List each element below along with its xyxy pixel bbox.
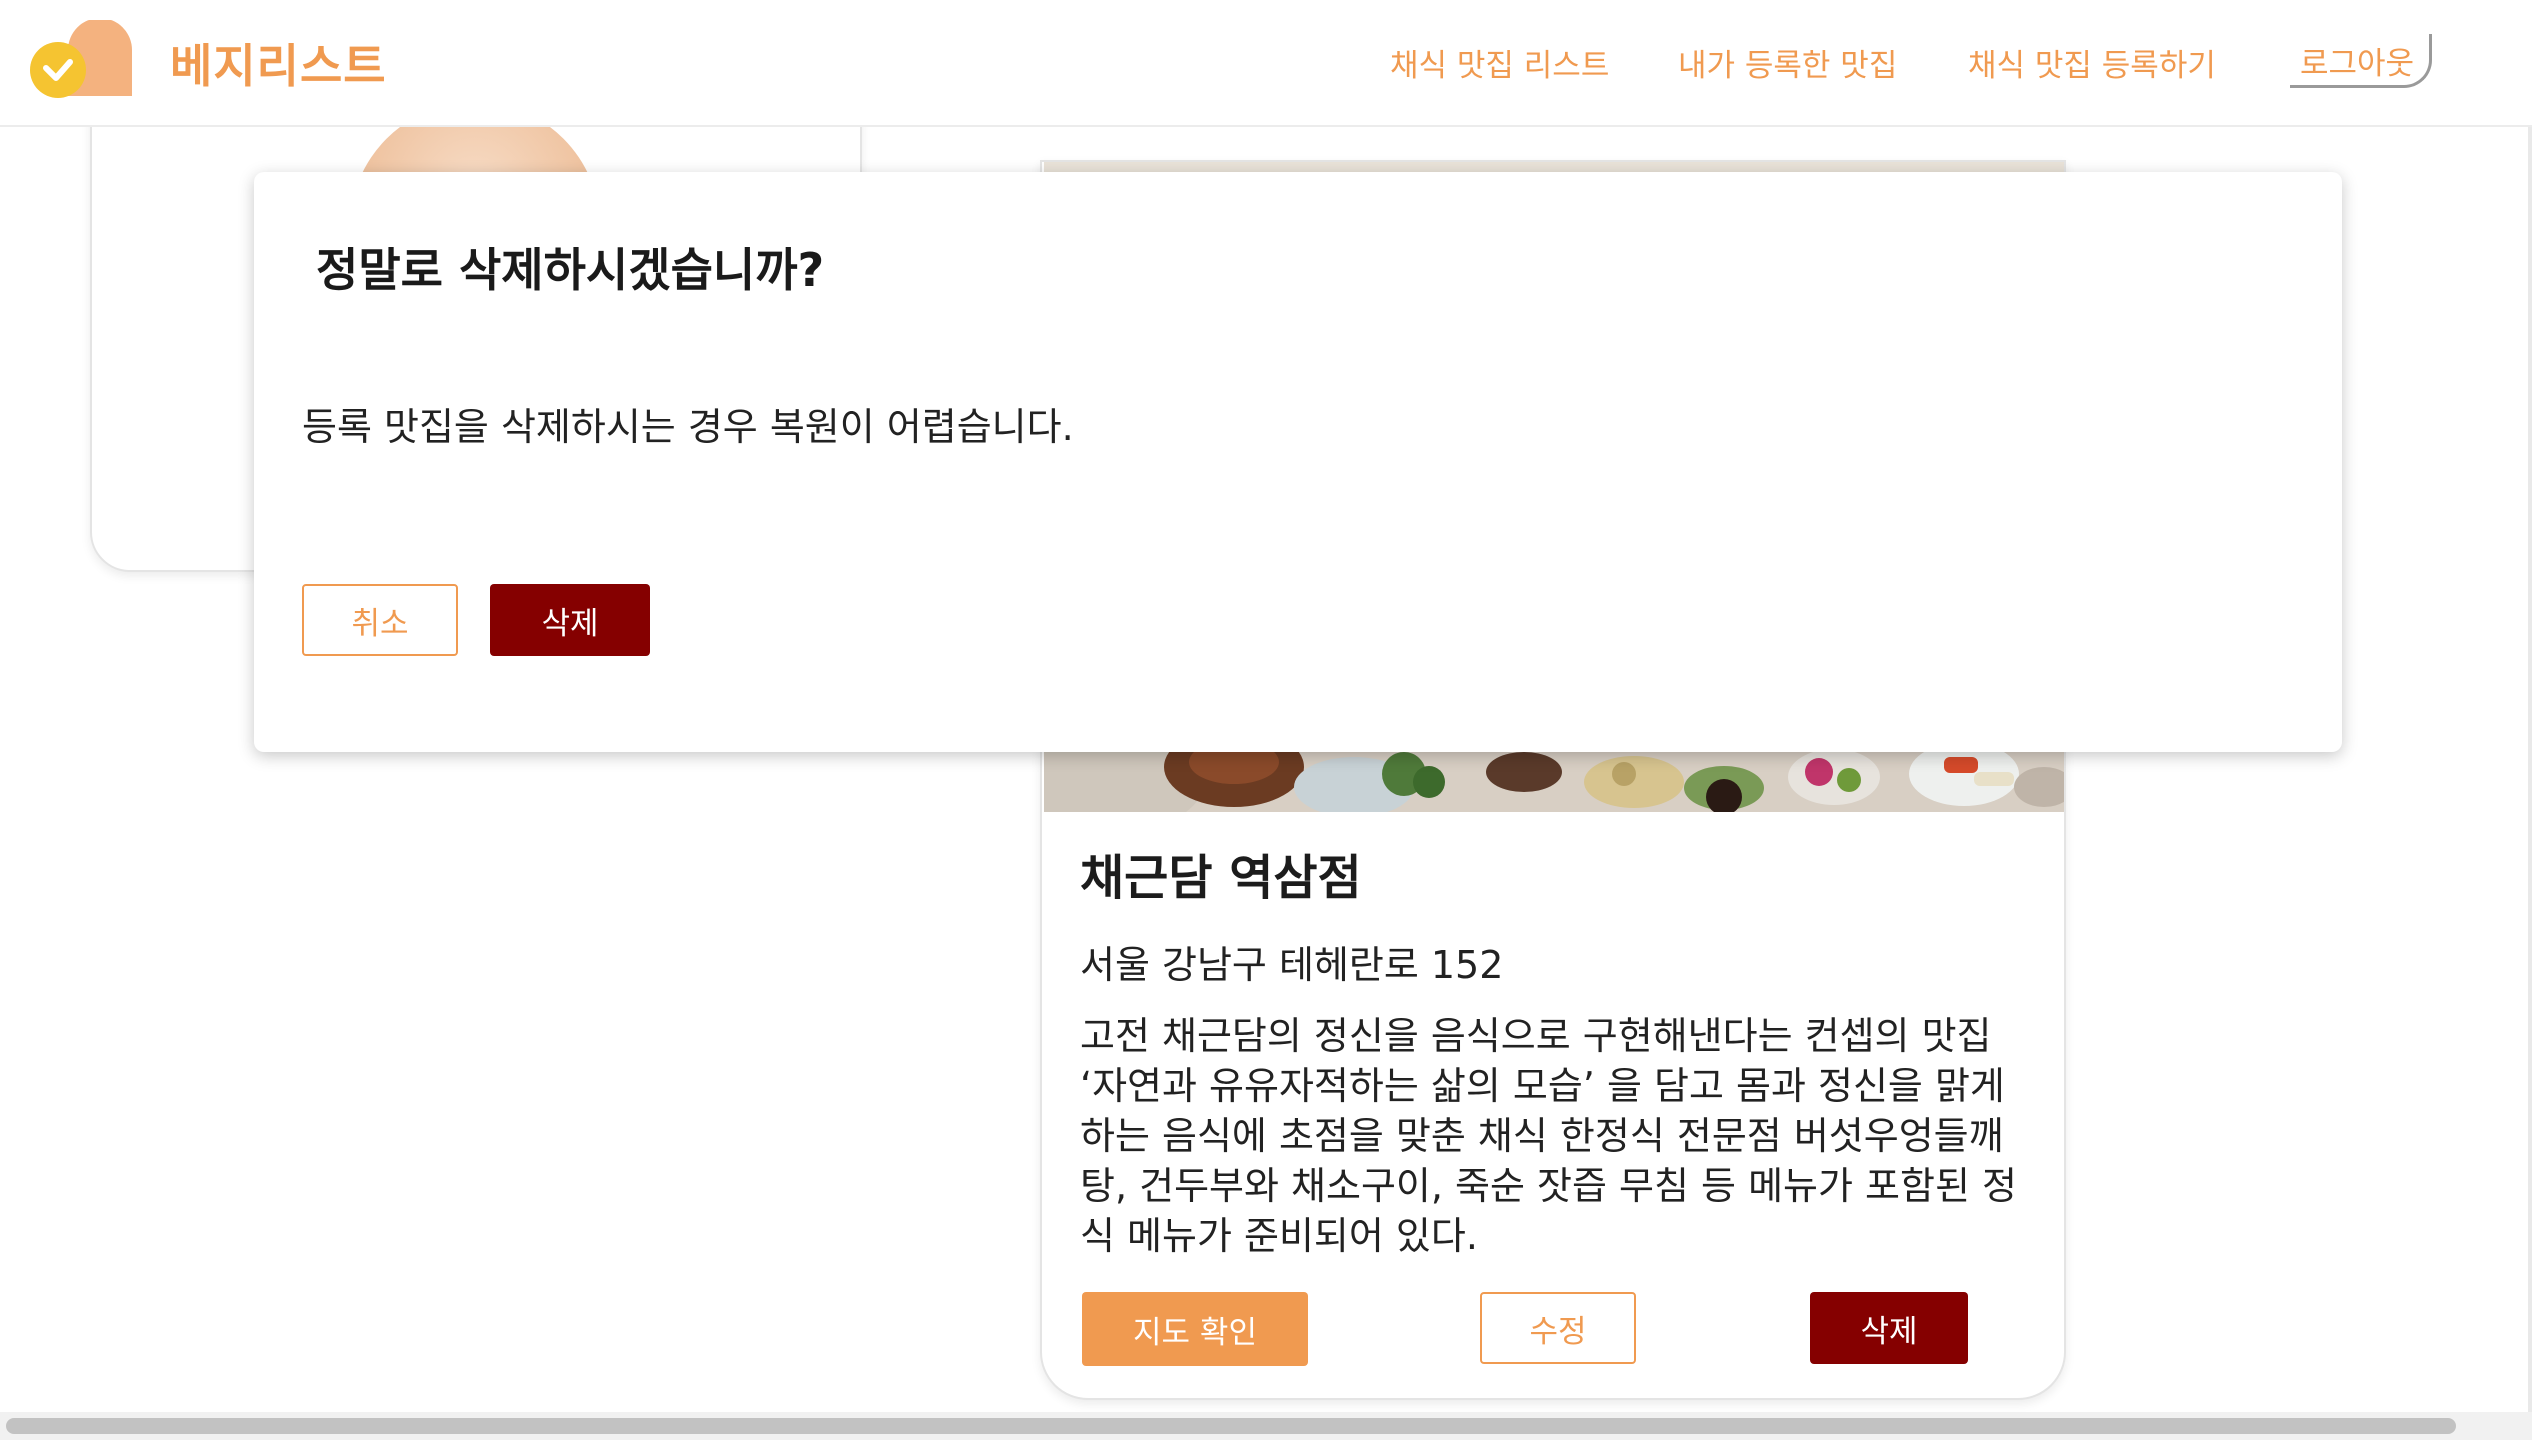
delete-confirm-modal: 정말로 삭제하시겠습니까? 등록 맛집을 삭제하시는 경우 복원이 어렵습니다.…	[254, 172, 2342, 752]
map-button[interactable]: 지도 확인	[1082, 1292, 1308, 1366]
page: 베지리스트 채식 맛집 리스트 내가 등록한 맛집 채식 맛집 등록하기 로그아…	[0, 0, 2532, 1440]
modal-message: 등록 맛집을 삭제하시는 경우 복원이 어렵습니다.	[302, 405, 1074, 449]
nav-my-restaurants[interactable]: 내가 등록한 맛집	[1678, 40, 1897, 85]
delete-button[interactable]: 삭제	[1810, 1292, 1968, 1364]
restaurant-info: 채근담 역삼점 서울 강남구 테헤란로 152 고전 채근담의 정신을 음식으로…	[1080, 838, 2040, 1261]
modal-delete-button[interactable]: 삭제	[490, 584, 650, 656]
nav-restaurant-list[interactable]: 채식 맛집 리스트	[1390, 40, 1609, 85]
top-nav-bar: 베지리스트 채식 맛집 리스트 내가 등록한 맛집 채식 맛집 등록하기 로그아…	[0, 0, 2532, 127]
logo-check-icon[interactable]	[28, 20, 132, 100]
scrollbar-thumb[interactable]	[6, 1418, 2456, 1434]
restaurant-address: 서울 강남구 테헤란로 152	[1080, 943, 1504, 987]
brand-name[interactable]: 베지리스트	[170, 30, 387, 96]
modal-title: 정말로 삭제하시겠습니까?	[316, 243, 825, 297]
edit-button[interactable]: 수정	[1480, 1292, 1636, 1364]
right-edge-divider	[2528, 0, 2532, 1412]
nav-register-restaurant[interactable]: 채식 맛집 등록하기	[1968, 40, 2216, 85]
logout-button[interactable]: 로그아웃	[2290, 34, 2432, 88]
modal-cancel-button[interactable]: 취소	[302, 584, 458, 656]
restaurant-description: 고전 채근담의 정신을 음식으로 구현해낸다는 컨셉의 맛집 ‘자연과 유유자적…	[1080, 1014, 2017, 1258]
restaurant-name: 채근담 역삼점	[1080, 850, 1362, 906]
logout-label: 로그아웃	[2300, 46, 2415, 82]
